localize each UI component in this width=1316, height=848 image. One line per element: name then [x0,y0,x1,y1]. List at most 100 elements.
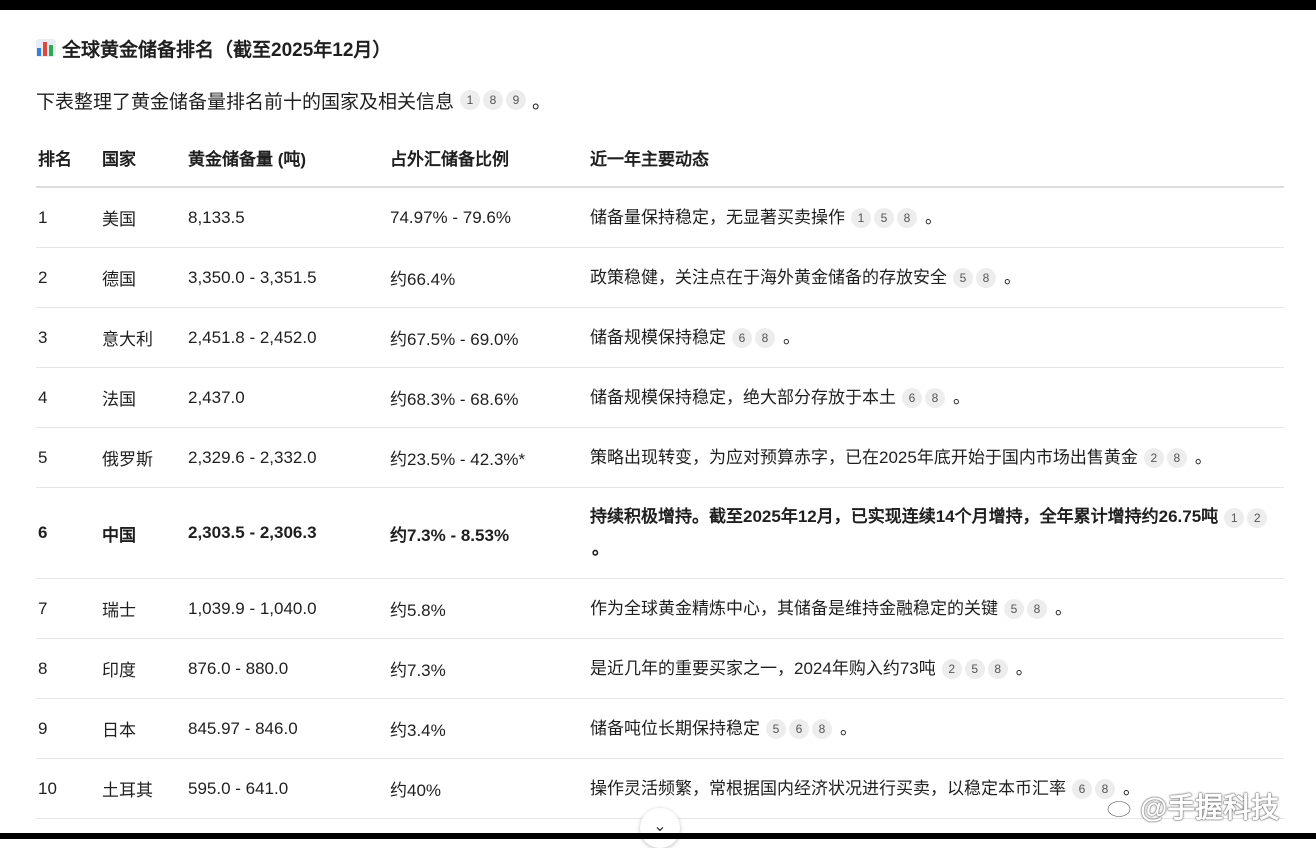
table-row: 3 意大利 2,451.8 - 2,452.0 约67.5% - 69.0% 储备规模保… [36,307,1284,368]
citation-badge[interactable]: 2 [941,659,962,680]
reserve-cell: 845.97 - 846.0 [188,698,390,759]
citation-group: 58 [953,268,996,289]
news-period: 。 [1055,598,1072,618]
citation-badge[interactable]: 2 [1247,507,1268,528]
reserve-cell: 3,350.0 - 3,351.5 [188,247,390,308]
citation-group: 68 [732,328,775,349]
country-cell: 瑞士 [102,578,188,639]
citation-badge[interactable]: 8 [925,388,945,409]
citation-group: 189 [460,90,527,110]
news-text: 储备吨位长期保持稳定 [590,718,760,738]
table-row: 7 瑞士 1,039.9 - 1,040.0 约5.8% 作为全球黄金精炼中心，其储备是… [36,578,1284,639]
news-cell: 储备量保持稳定，无显著买卖操作 1 5 8 。 [590,187,1284,248]
citation-badge[interactable]: 8 [1027,599,1047,620]
news-period: 。 [1194,447,1212,467]
citation-badge[interactable]: 8 [755,328,775,349]
citation-badge[interactable]: 5 [964,659,985,680]
bottom-bar [0,833,1316,839]
header-ratio: 占外汇储备比例 [390,128,590,188]
citation-badge[interactable]: 5 [874,208,894,229]
header-news: 近一年主要动态 [590,128,1284,188]
table-row: 2 德国 3,350.0 - 3,351.5 约66.4% 政策稳健，关注点在于海外黄金… [36,247,1284,308]
ratio-cell: 约7.3% [390,638,590,699]
watermark-text: @手握科技 [1140,792,1280,823]
rank-cell: 8 [36,638,102,699]
citation-badge[interactable]: 8 [483,90,504,110]
table-row: 6 中国 2,303.5 - 2,306.3 约7.3% - 8.53% 持续积极增持。… [36,487,1284,579]
table-header-row: 排名 国家 黄金储备量 (吨) 占外汇储备比例 近一年主要动态 [36,128,1284,188]
reserve-cell: 1,039.9 - 1,040.0 [188,578,390,639]
country-cell: 美国 [102,187,188,248]
news-text: 操作灵活频繁，常根据国内经济状况进行买卖，以稳定本币汇率 [590,778,1066,798]
ratio-cell: 约66.4% [390,247,590,308]
news-text: 策略出现转变，为应对预算赤字，已在2025年底开始于国内市场出售黄金 [590,447,1138,467]
table-row: 8 印度 876.0 - 880.0 约7.3% 是近几年的重要买家之一，2024年购入… [36,638,1284,699]
reserve-cell: 2,329.6 - 2,332.0 [188,427,390,488]
news-text: 是近几年的重要买家之一，2024年购入约73吨 [590,658,936,678]
table-row: 1 美国 8,133.5 74.97% - 79.6% 储备量保持稳定，无显著买卖操作 1… [36,187,1284,248]
ratio-cell: 74.97% - 79.6% [390,187,590,248]
ratio-cell: 约7.3% - 8.53% [390,487,590,579]
country-cell: 德国 [102,247,188,308]
header-country: 国家 [102,128,188,188]
news-cell: 政策稳健，关注点在于海外黄金储备的存放安全 5 8 。 [590,247,1284,308]
citation-group: 58 [1004,599,1047,620]
reserve-cell: 595.0 - 641.0 [188,758,390,819]
intro-period: 。 [532,91,552,113]
citation-badge[interactable]: 8 [976,268,996,289]
citation-group: 28 [1143,448,1187,469]
citation-badge[interactable]: 2 [1143,448,1164,469]
citation-badge[interactable]: 9 [506,90,527,110]
reserve-cell: 8,133.5 [188,187,390,248]
citation-badge[interactable]: 6 [732,328,752,349]
section-heading: 全球黄金储备排名（截至2025年12月） [36,34,391,62]
citation-badge[interactable]: 1 [460,90,481,110]
citation-badge[interactable]: 8 [897,208,917,229]
news-cell: 持续积极增持。截至2025年12月，已实现连续14个月增持，全年累计增持约26.… [590,487,1284,579]
news-period: 。 [953,387,970,407]
ratio-cell: 约68.3% - 68.6% [390,367,590,428]
citation-badge[interactable]: 8 [1166,448,1187,469]
citation-badge[interactable]: 1 [1224,507,1245,528]
citation-badge[interactable]: 5 [1004,599,1024,620]
country-cell: 土耳其 [102,758,188,819]
rank-cell: 9 [36,698,102,759]
news-cell: 储备吨位长期保持稳定 5 6 8 。 [590,698,1284,759]
ratio-cell: 约3.4% [390,698,590,759]
citation-badge[interactable]: 8 [987,659,1008,680]
rank-cell: 6 [36,487,102,579]
news-cell: 作为全球黄金精炼中心，其储备是维持金融稳定的关键 5 8 。 [590,578,1284,639]
news-text: 储备规模保持稳定 [590,327,726,347]
citation-badge[interactable]: 5 [953,268,973,289]
citation-badge[interactable]: 6 [902,388,922,409]
rank-cell: 3 [36,307,102,368]
news-cell: 储备规模保持稳定，绝大部分存放于本土 6 8 。 [590,367,1284,428]
rank-cell: 4 [36,367,102,428]
intro-paragraph: 下表整理了黄金储备量排名前十的国家及相关信息 189 。 [36,86,551,114]
citation-badge[interactable]: 8 [812,719,832,740]
news-text: 持续积极增持。截至2025年12月，已实现连续14个月增持，全年累计增持约26.… [590,507,1219,526]
news-period: 。 [592,539,609,558]
country-cell: 法国 [102,367,188,428]
header-reserve: 黄金储备量 (吨) [188,128,390,188]
citation-group: 568 [766,719,832,740]
rank-cell: 1 [36,187,102,248]
country-cell: 印度 [102,638,188,699]
rank-cell: 7 [36,578,102,639]
rank-cell: 5 [36,427,102,488]
news-cell: 储备规模保持稳定 6 8 。 [590,307,1284,368]
news-text: 储备量保持稳定，无显著买卖操作 [590,207,845,227]
table-row: 9 日本 845.97 - 846.0 约3.4% 储备吨位长期保持稳定 5 6 8 。 [36,698,1284,759]
news-period: 。 [840,718,857,738]
news-text: 储备规模保持稳定，绝大部分存放于本土 [590,387,896,407]
scroll-down-button[interactable]: ⌄ [640,808,680,848]
news-text: 作为全球黄金精炼中心，其储备是维持金融稳定的关键 [590,598,998,618]
citation-badge[interactable]: 5 [766,719,786,740]
citation-badge[interactable]: 6 [1072,779,1092,800]
citation-group: 12 [1224,507,1268,528]
citation-badge[interactable]: 1 [851,208,871,229]
rank-cell: 2 [36,247,102,308]
country-cell: 俄罗斯 [102,427,188,488]
citation-badge[interactable]: 6 [789,719,809,740]
citation-group: 258 [941,659,1008,680]
